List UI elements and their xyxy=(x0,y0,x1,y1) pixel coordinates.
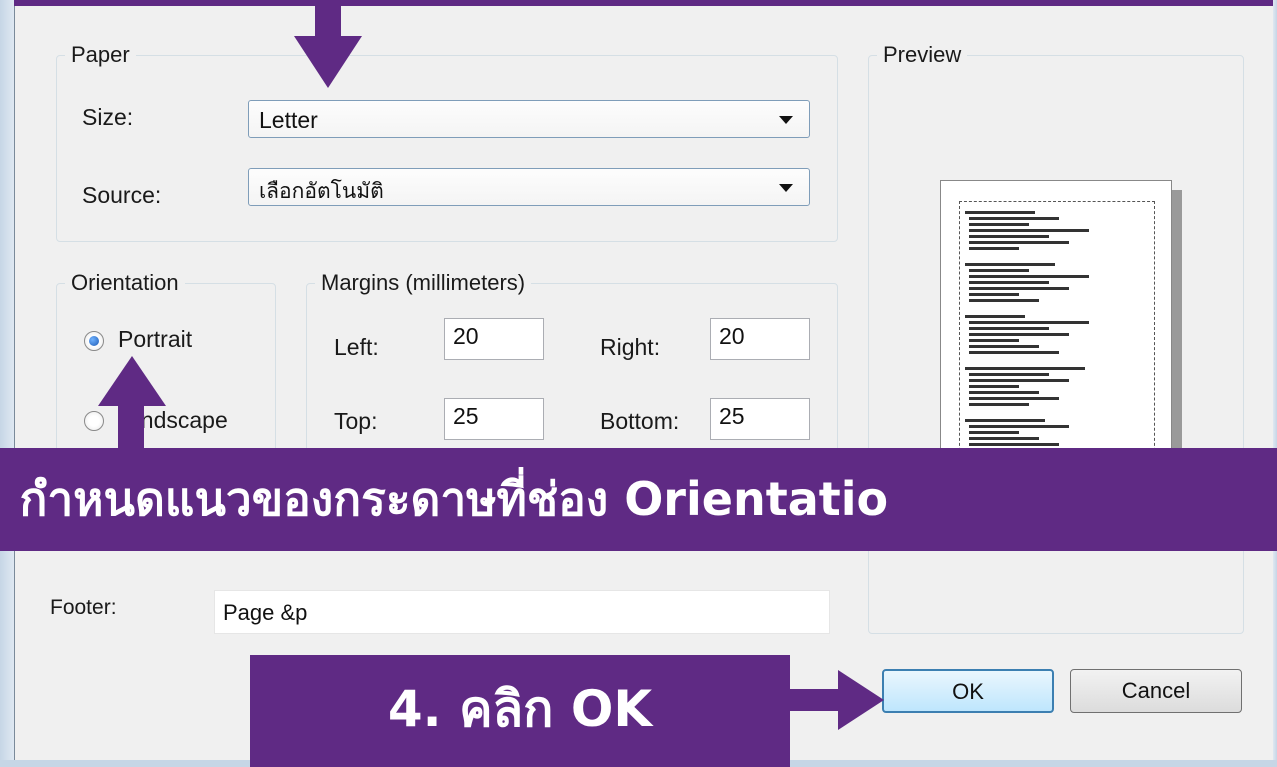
footer-label: Footer: xyxy=(50,596,117,619)
dropdown-arrow-icon[interactable] xyxy=(779,116,793,124)
margin-top-value: 25 xyxy=(453,403,479,429)
ok-instruction-banner: 4. คลิก OK xyxy=(250,655,790,767)
margin-right-value: 20 xyxy=(719,323,745,349)
source-label: Source: xyxy=(82,182,162,208)
paper-source-select[interactable]: เลือกอัตโนมัติ xyxy=(248,168,810,206)
preview-text-line xyxy=(965,211,1035,214)
window-right-frame xyxy=(1273,0,1277,767)
annotation-arrow-up-head xyxy=(98,356,166,406)
size-label: Size: xyxy=(82,104,134,130)
portrait-label[interactable]: Portrait xyxy=(118,326,192,353)
annotation-arrow-down-head xyxy=(294,36,362,88)
paper-source-value: เลือกอัตโนมัติ xyxy=(259,179,384,203)
preview-text-line xyxy=(969,281,1049,284)
margins-group: Margins (millimeters) xyxy=(306,272,838,472)
preview-text-line xyxy=(969,351,1059,354)
preview-text-line xyxy=(969,339,1019,342)
preview-text-line xyxy=(965,419,1045,422)
preview-text-line xyxy=(969,293,1019,296)
footer-input[interactable]: Page &p xyxy=(214,590,830,634)
preview-text-line xyxy=(965,315,1025,318)
preview-text-line xyxy=(969,275,1089,278)
orientation-group: Orientation xyxy=(56,272,276,472)
preview-legend: Preview xyxy=(883,42,962,67)
preview-text-line xyxy=(969,241,1069,244)
preview-text-line xyxy=(969,403,1029,406)
annotation-arrow-down xyxy=(315,0,341,38)
preview-text-line xyxy=(969,443,1059,446)
paper-legend: Paper xyxy=(71,42,130,67)
margin-right-input[interactable]: 20 xyxy=(710,318,810,360)
margins-legend: Margins (millimeters) xyxy=(321,270,526,295)
paper-group: Paper xyxy=(56,44,838,242)
margin-top-label: Top: xyxy=(334,408,378,434)
orientation-instruction-text: . กำหนดแนวของกระดาษที่ช่อง Orientatio xyxy=(0,472,889,526)
margin-bottom-label: Bottom: xyxy=(600,408,680,434)
preview-text-line xyxy=(969,321,1089,324)
cancel-button[interactable]: Cancel xyxy=(1070,669,1242,713)
footer-value: Page &p xyxy=(223,600,308,625)
preview-text-line xyxy=(965,367,1085,370)
preview-text-line xyxy=(969,425,1069,428)
preview-text-line xyxy=(969,235,1049,238)
preview-text-line xyxy=(969,217,1059,220)
annotation-arrow-right xyxy=(790,689,840,711)
preview-text-line xyxy=(965,263,1055,266)
preview-text-line xyxy=(969,247,1019,250)
margin-left-input[interactable]: 20 xyxy=(444,318,544,360)
paper-size-select[interactable]: Letter xyxy=(248,100,810,138)
preview-text-line xyxy=(969,379,1069,382)
portrait-radio[interactable] xyxy=(84,331,104,351)
preview-text-line xyxy=(969,397,1059,400)
preview-text-line xyxy=(969,373,1049,376)
landscape-radio[interactable] xyxy=(84,411,104,431)
preview-text-line xyxy=(969,385,1019,388)
margin-left-value: 20 xyxy=(453,323,479,349)
preview-text-line xyxy=(969,431,1019,434)
annotation-arrow-up xyxy=(118,404,144,450)
preview-text-line xyxy=(969,269,1029,272)
margin-right-label: Right: xyxy=(600,334,661,360)
orientation-instruction-banner: . กำหนดแนวของกระดาษที่ช่อง Orientatio xyxy=(0,448,1277,551)
preview-text-line xyxy=(969,437,1039,440)
preview-page-thumbnail xyxy=(940,180,1172,470)
paper-size-value: Letter xyxy=(259,107,318,133)
preview-text-line xyxy=(969,345,1039,348)
preview-text-line xyxy=(969,229,1089,232)
preview-text-line xyxy=(969,333,1069,336)
preview-text-line xyxy=(969,223,1029,226)
preview-text-line xyxy=(969,287,1069,290)
ok-button[interactable]: OK xyxy=(882,669,1054,713)
preview-text-line xyxy=(969,327,1049,330)
margin-top-input[interactable]: 25 xyxy=(444,398,544,440)
annotation-arrow-right-head xyxy=(838,670,884,730)
orientation-legend: Orientation xyxy=(71,270,179,295)
dropdown-arrow-icon[interactable] xyxy=(779,184,793,192)
margin-bottom-value: 25 xyxy=(719,403,745,429)
margin-left-label: Left: xyxy=(334,334,379,360)
preview-margin-outline xyxy=(959,201,1155,461)
preview-text-line xyxy=(969,299,1039,302)
margin-bottom-input[interactable]: 25 xyxy=(710,398,810,440)
preview-text-line xyxy=(969,391,1039,394)
window-left-frame xyxy=(0,0,14,767)
